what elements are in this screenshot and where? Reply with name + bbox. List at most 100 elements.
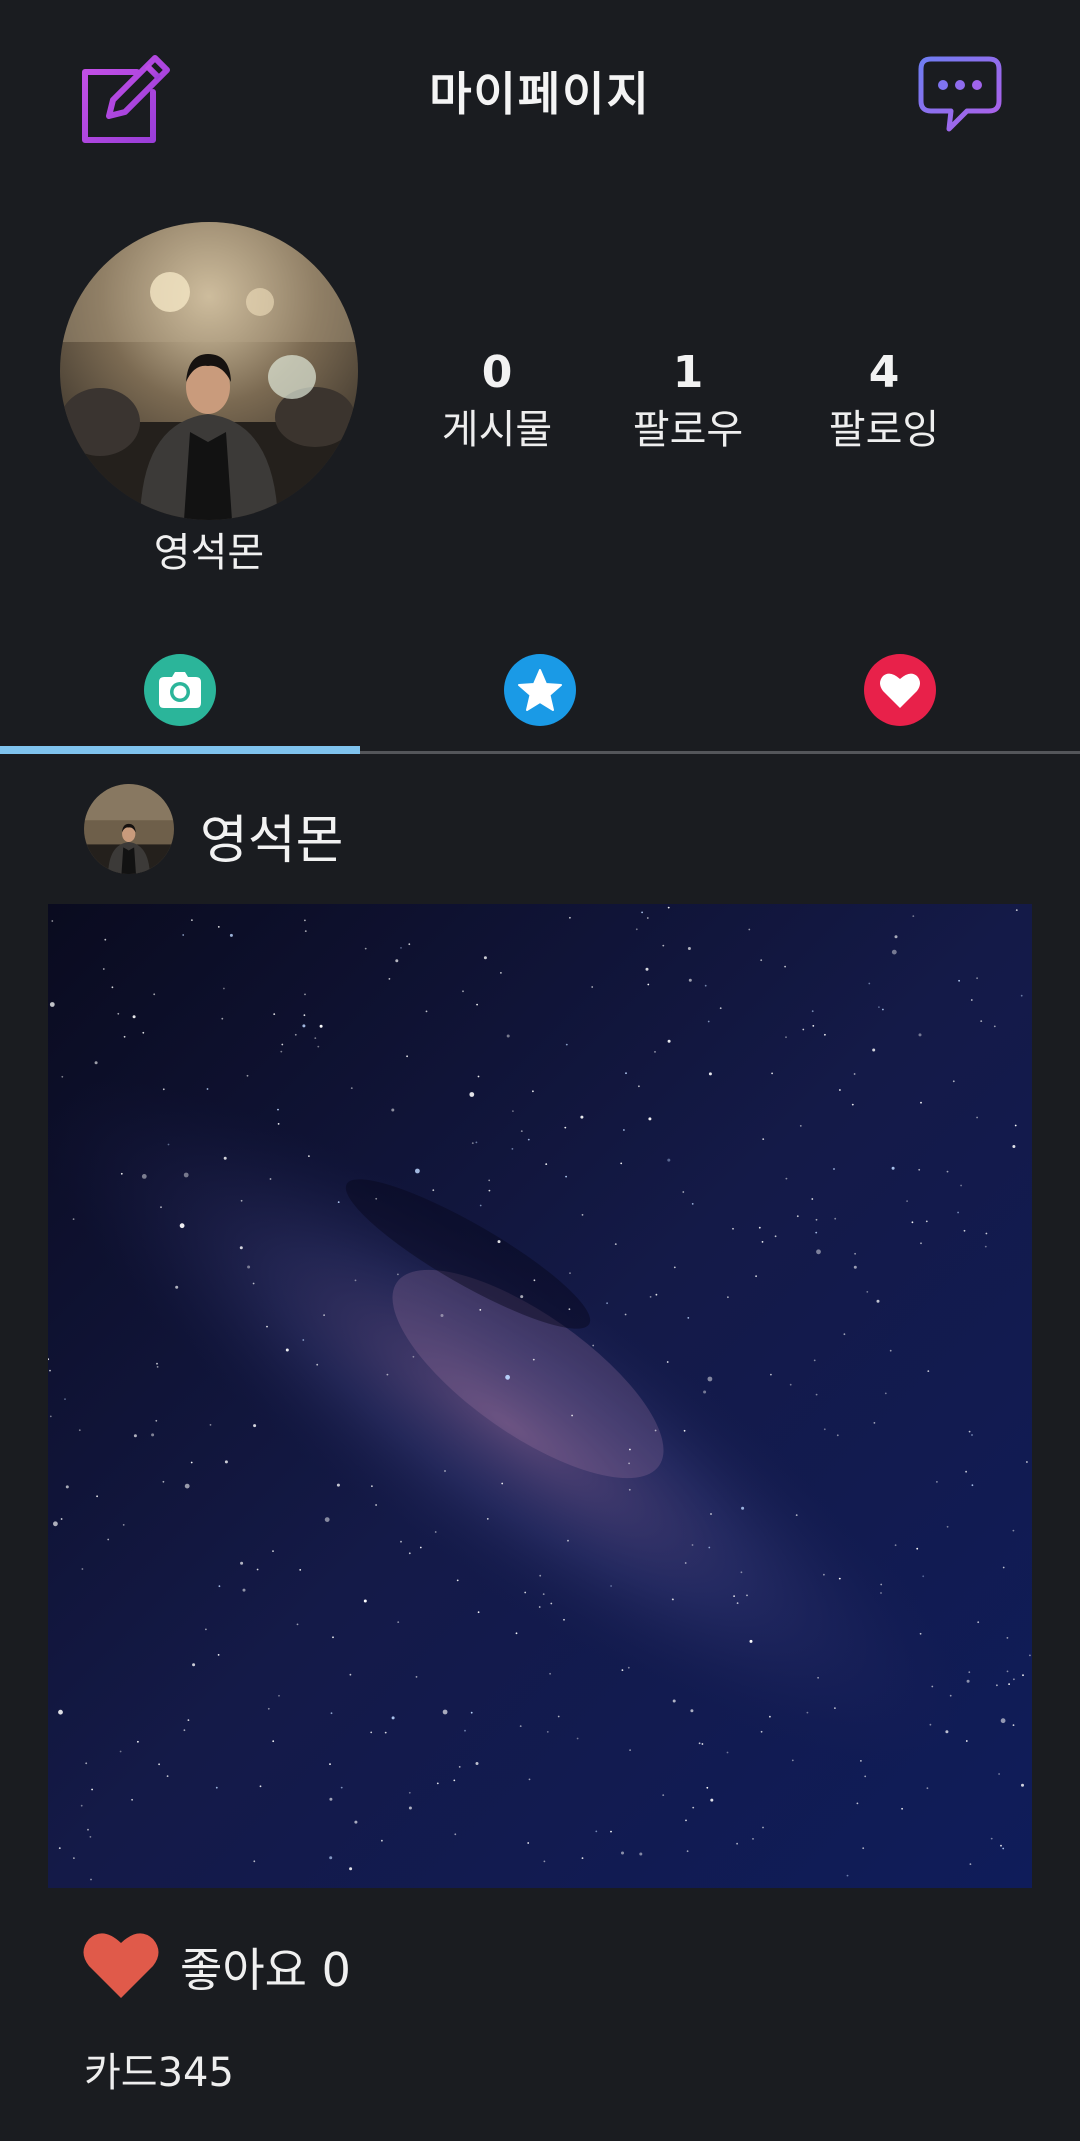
star xyxy=(752,1838,754,1840)
star xyxy=(691,1203,694,1205)
star xyxy=(976,977,978,980)
post-caption: 카드345 xyxy=(84,2050,234,2096)
star xyxy=(65,1485,69,1489)
star xyxy=(906,1200,908,1202)
star xyxy=(1000,1718,1006,1724)
star xyxy=(156,1366,159,1368)
star xyxy=(761,1241,764,1243)
star xyxy=(278,1694,280,1697)
star xyxy=(957,1211,959,1214)
profile-tabs xyxy=(0,620,1080,754)
star xyxy=(740,1571,743,1574)
star xyxy=(209,1424,212,1426)
star xyxy=(834,1707,836,1709)
post-author-name[interactable]: 영석몬 xyxy=(200,798,344,873)
star xyxy=(946,1170,949,1173)
star xyxy=(958,979,960,982)
star xyxy=(470,1711,473,1714)
star xyxy=(638,1085,640,1088)
star xyxy=(479,1309,482,1311)
star xyxy=(684,1562,687,1564)
star xyxy=(408,1791,411,1794)
star xyxy=(94,1061,98,1065)
star xyxy=(667,1039,671,1043)
star xyxy=(1012,1724,1015,1726)
star xyxy=(549,1672,551,1675)
star xyxy=(946,1525,949,1528)
star xyxy=(856,1802,859,1805)
star xyxy=(253,1424,257,1428)
star xyxy=(687,947,691,950)
star xyxy=(926,1787,929,1790)
star xyxy=(799,1125,802,1127)
star xyxy=(500,972,502,974)
star xyxy=(936,1481,938,1483)
star xyxy=(349,1867,353,1871)
star xyxy=(545,1163,548,1165)
post-author-avatar[interactable] xyxy=(84,784,174,874)
star xyxy=(175,1285,179,1289)
star xyxy=(707,1376,713,1382)
star xyxy=(538,1606,541,1608)
tab-likes[interactable] xyxy=(720,650,1080,730)
post-actions: 좋아요 0 xyxy=(0,1920,1080,2010)
follow-stat[interactable]: 1 팔로우 xyxy=(603,345,773,459)
star xyxy=(726,1751,729,1754)
star xyxy=(1008,1683,1010,1685)
star xyxy=(666,1361,669,1363)
star xyxy=(221,1017,224,1020)
star xyxy=(317,1045,320,1048)
star xyxy=(839,1089,841,1091)
star xyxy=(817,1676,819,1679)
star xyxy=(811,1010,814,1013)
star xyxy=(922,1575,925,1578)
star xyxy=(316,1363,319,1366)
star xyxy=(912,915,915,917)
posts-stat[interactable]: 0 게시물 xyxy=(412,345,582,459)
star xyxy=(285,1348,289,1352)
star xyxy=(891,1166,895,1170)
star xyxy=(102,968,105,970)
star xyxy=(391,1108,395,1112)
star xyxy=(673,1266,676,1269)
star xyxy=(639,1852,643,1856)
star xyxy=(294,1033,297,1036)
post-image[interactable] xyxy=(48,904,1032,1888)
messages-button[interactable] xyxy=(910,50,1010,140)
star xyxy=(682,1191,685,1193)
star xyxy=(1013,1678,1015,1681)
star xyxy=(546,1731,549,1733)
star xyxy=(625,1072,627,1075)
star xyxy=(217,926,220,928)
profile-photo xyxy=(60,222,358,520)
star xyxy=(155,1419,158,1422)
star xyxy=(314,1037,317,1039)
star xyxy=(846,1874,849,1877)
star xyxy=(419,1546,422,1549)
star xyxy=(688,978,692,982)
star xyxy=(1020,994,1023,997)
star xyxy=(432,1189,435,1192)
star xyxy=(60,1518,63,1520)
star xyxy=(259,1785,262,1788)
like-button[interactable] xyxy=(82,1928,160,2000)
star xyxy=(160,1206,162,1209)
tab-favorites[interactable] xyxy=(360,650,720,730)
tab-photos[interactable] xyxy=(0,650,360,730)
profile-avatar[interactable] xyxy=(60,222,358,520)
star xyxy=(179,1223,185,1229)
star xyxy=(391,1716,395,1720)
star xyxy=(550,1602,553,1605)
star xyxy=(1026,1461,1028,1463)
star xyxy=(812,1025,815,1027)
following-stat[interactable]: 4 팔로잉 xyxy=(799,345,969,459)
star xyxy=(707,1020,710,1023)
star xyxy=(453,1779,456,1782)
star xyxy=(520,1130,523,1132)
star xyxy=(687,1317,690,1319)
star xyxy=(606,1302,608,1305)
star xyxy=(710,1513,712,1515)
active-tab-indicator xyxy=(0,746,360,754)
star xyxy=(627,1666,630,1669)
star xyxy=(649,1296,652,1298)
